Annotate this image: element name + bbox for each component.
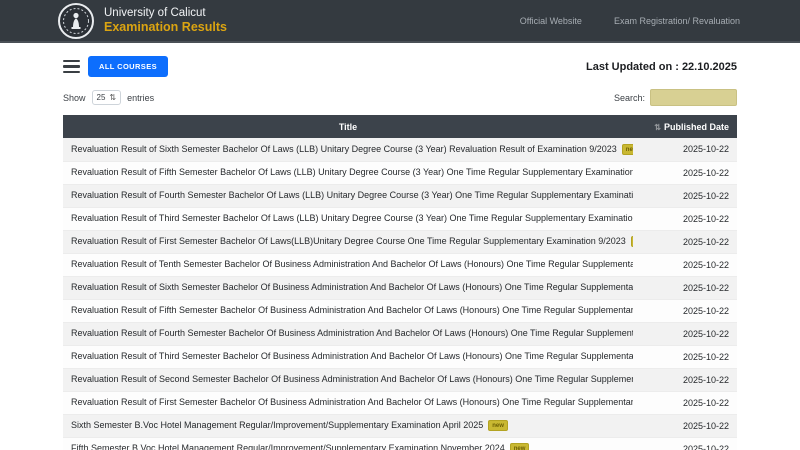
published-date: 2025-10-22	[633, 207, 737, 230]
column-header-published-date[interactable]: ⇅Published Date	[633, 115, 737, 138]
result-title-link[interactable]: Sixth Semester B.Voc Hotel Management Re…	[63, 414, 633, 437]
published-date: 2025-10-22	[633, 184, 737, 207]
table-row: Revaluation Result of Second Semester Ba…	[63, 368, 737, 391]
result-title-link[interactable]: Revaluation Result of Third Semester Bac…	[63, 207, 633, 230]
result-title-link[interactable]: Revaluation Result of Fifth Semester Bac…	[63, 161, 633, 184]
results-table: Title ⇅Published Date Revaluation Result…	[63, 115, 737, 450]
published-date: 2025-10-22	[633, 299, 737, 322]
search-label: Search:	[614, 93, 645, 103]
select-updown-icon: ⇅	[109, 93, 116, 102]
published-date: 2025-10-22	[633, 391, 737, 414]
published-date: 2025-10-22	[633, 437, 737, 450]
published-date: 2025-10-22	[633, 414, 737, 437]
table-row: Revaluation Result of Fifth Semester Bac…	[63, 299, 737, 322]
new-badge: new	[510, 443, 530, 450]
university-seal-logo-icon	[58, 3, 94, 39]
published-date: 2025-10-22	[633, 345, 737, 368]
published-date: 2025-10-22	[633, 161, 737, 184]
table-header-row: Title ⇅Published Date	[63, 115, 737, 138]
table-row: Revaluation Result of Third Semester Bac…	[63, 345, 737, 368]
table-row: Revaluation Result of Sixth Semester Bac…	[63, 138, 737, 161]
result-title-link[interactable]: Revaluation Result of Tenth Semester Bac…	[63, 253, 633, 276]
result-title-link[interactable]: Revaluation Result of Third Semester Bac…	[63, 345, 633, 368]
table-row: Revaluation Result of Tenth Semester Bac…	[63, 253, 737, 276]
result-title-link[interactable]: Revaluation Result of Fourth Semester Ba…	[63, 322, 633, 345]
all-courses-button[interactable]: ALL COURSES	[88, 56, 168, 77]
result-title-link[interactable]: Revaluation Result of Sixth Semester Bac…	[63, 276, 633, 299]
brand: University of Calicut Examination Result…	[58, 3, 227, 39]
table-row: Sixth Semester B.Voc Hotel Management Re…	[63, 414, 737, 437]
search-input[interactable]	[650, 89, 737, 106]
university-name: University of Calicut	[104, 6, 227, 20]
new-badge: new	[631, 236, 633, 247]
nav-link-official-website[interactable]: Official Website	[520, 16, 582, 26]
table-controls: Show 25 ⇅ entries Search:	[63, 89, 737, 106]
published-date: 2025-10-22	[633, 322, 737, 345]
published-date: 2025-10-22	[633, 368, 737, 391]
published-date: 2025-10-22	[633, 253, 737, 276]
published-date: 2025-10-22	[633, 276, 737, 299]
published-date: 2025-10-22	[633, 230, 737, 253]
table-row: Revaluation Result of Sixth Semester Bac…	[63, 276, 737, 299]
show-label: Show	[63, 93, 86, 103]
entries-selected-value: 25	[97, 93, 106, 102]
top-navbar: University of Calicut Examination Result…	[0, 0, 800, 43]
result-title-link[interactable]: Revaluation Result of First Semester Bac…	[63, 391, 633, 414]
page-title: Examination Results	[104, 20, 227, 36]
table-row: Revaluation Result of First Semester Bac…	[63, 391, 737, 414]
nav-link-exam-registration[interactable]: Exam Registration/ Revaluation	[614, 16, 740, 26]
table-row: Revaluation Result of First Semester Bac…	[63, 230, 737, 253]
result-title-link[interactable]: Revaluation Result of Second Semester Ba…	[63, 368, 633, 391]
new-badge: new	[488, 420, 508, 431]
hamburger-menu-icon[interactable]	[63, 60, 80, 74]
result-title-link[interactable]: Revaluation Result of First Semester Bac…	[63, 230, 633, 253]
sort-icon: ⇅	[654, 123, 661, 132]
table-row: Fifth Semester B.Voc Hotel Management Re…	[63, 437, 737, 450]
results-table-body: Revaluation Result of Sixth Semester Bac…	[63, 138, 737, 450]
result-title-link[interactable]: Revaluation Result of Fourth Semester Ba…	[63, 184, 633, 207]
column-header-title[interactable]: Title	[63, 115, 633, 138]
toolbar: ALL COURSES Last Updated on : 22.10.2025	[63, 56, 737, 77]
table-row: Revaluation Result of Fourth Semester Ba…	[63, 184, 737, 207]
result-title-link[interactable]: Revaluation Result of Sixth Semester Bac…	[63, 138, 633, 161]
last-updated-label: Last Updated on : 22.10.2025	[586, 61, 737, 73]
new-badge: new	[622, 144, 633, 155]
entries-label: entries	[127, 93, 154, 103]
table-row: Revaluation Result of Third Semester Bac…	[63, 207, 737, 230]
published-date: 2025-10-22	[633, 138, 737, 161]
entries-select[interactable]: 25 ⇅	[92, 90, 122, 105]
result-title-link[interactable]: Revaluation Result of Fifth Semester Bac…	[63, 299, 633, 322]
table-row: Revaluation Result of Fourth Semester Ba…	[63, 322, 737, 345]
result-title-link[interactable]: Fifth Semester B.Voc Hotel Management Re…	[63, 437, 633, 450]
nav-links: Official Website Exam Registration/ Reva…	[520, 16, 740, 26]
table-row: Revaluation Result of Fifth Semester Bac…	[63, 161, 737, 184]
